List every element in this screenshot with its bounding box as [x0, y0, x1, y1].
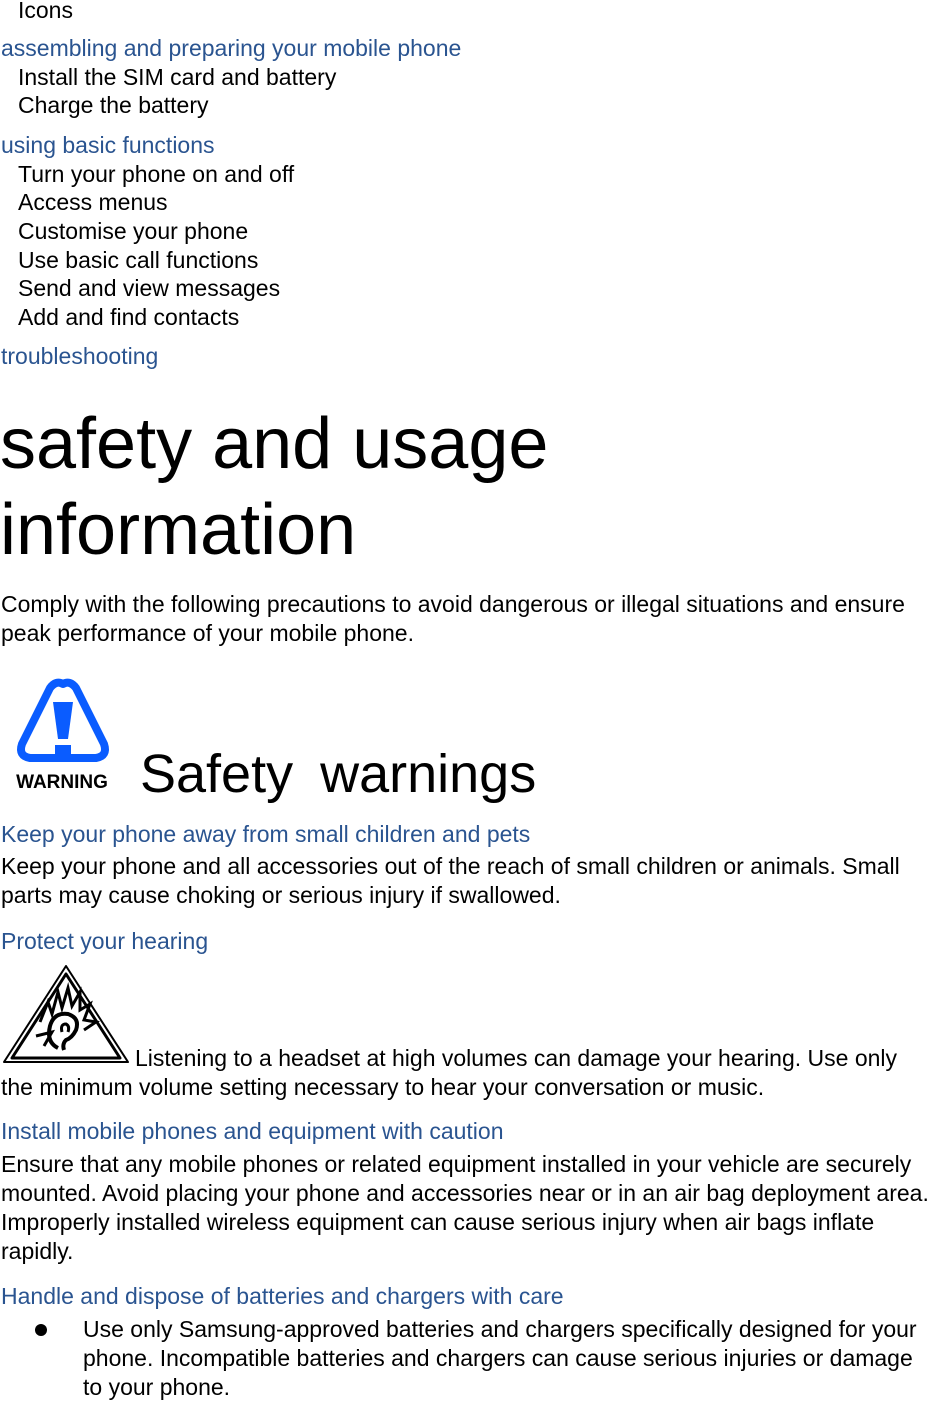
page-title-line1: safety and usage: [0, 404, 549, 484]
toc-item[interactable]: Charge the battery: [18, 91, 209, 119]
subsection-text: Listening to a headset at high volumes c…: [1, 1045, 898, 1100]
toc-item-icons[interactable]: Icons: [18, 0, 73, 24]
subsection-heading: Install mobile phones and equipment with…: [1, 1118, 504, 1144]
toc-item[interactable]: Turn your phone on and off: [18, 160, 294, 188]
warning-icon: WARNING: [0, 676, 126, 796]
subsection-heading: Protect your hearing: [1, 928, 209, 954]
intro-text: Comply with the following precautions to…: [1, 591, 905, 646]
toc-heading-troubleshooting[interactable]: troubleshooting: [1, 342, 158, 370]
subsection-text: Keep your phone and all accessories out …: [1, 853, 900, 908]
page-title-line2: information: [0, 490, 357, 570]
toc-item[interactable]: Access menus: [18, 188, 168, 216]
toc-heading-basic-functions[interactable]: using basic functions: [1, 131, 215, 159]
toc-item[interactable]: Install the SIM card and battery: [18, 63, 336, 91]
section-title-safety-warnings: Safety warnings: [140, 744, 537, 804]
bullet-icon: [35, 1324, 47, 1336]
toc-item[interactable]: Send and view messages: [18, 274, 280, 302]
toc-heading-assembling[interactable]: assembling and preparing your mobile pho…: [1, 34, 461, 62]
bullet-text: Use only Samsung-approved batteries and …: [83, 1316, 917, 1400]
warning-icon-label: WARNING: [16, 772, 108, 793]
toc-item[interactable]: Customise your phone: [18, 217, 248, 245]
toc-item[interactable]: Add and find contacts: [18, 303, 239, 331]
subsection-heading: Keep your phone away from small children…: [1, 821, 531, 847]
subsection-text: Ensure that any mobile phones or related…: [1, 1151, 929, 1264]
toc-item[interactable]: Use basic call functions: [18, 246, 258, 274]
subsection-heading: Handle and dispose of batteries and char…: [1, 1283, 564, 1309]
